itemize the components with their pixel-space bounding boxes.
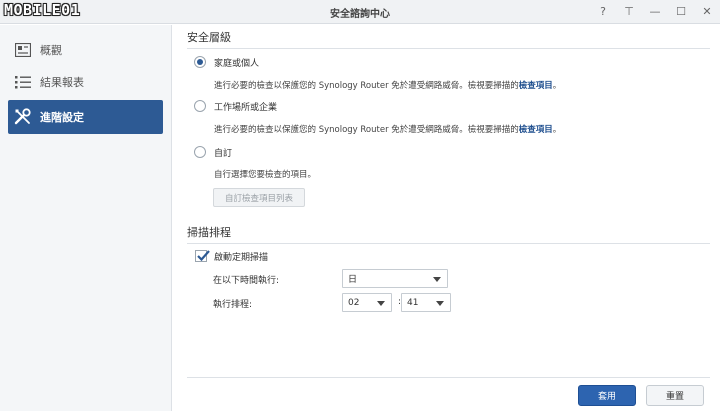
day-select-value: 日 [348, 275, 358, 285]
reset-button[interactable]: 重置 [646, 385, 704, 406]
title-bar: MOBILE01 安全諮詢中心 ? ⊤ — ☐ ✕ [0, 0, 720, 24]
section-title-security-level: 安全層級 [187, 29, 710, 49]
sidebar-item-label: 進階設定 [40, 111, 84, 124]
minimize-icon[interactable]: — [648, 4, 662, 18]
minute-select[interactable]: 41 [401, 293, 451, 312]
minute-select-value: 41 [407, 297, 419, 308]
tools-icon [14, 108, 32, 126]
maximize-icon[interactable]: ☐ [674, 4, 688, 18]
main-panel: 安全層級 家庭或個人 進行必要的檢查以保護您的 Synology Router … [187, 25, 710, 377]
window-controls: ? ⊤ — ☐ ✕ [596, 4, 714, 18]
sidebar-item-label: 概觀 [40, 44, 62, 57]
radio-business[interactable] [194, 100, 206, 112]
chevron-down-icon [377, 301, 385, 306]
radio-custom[interactable] [194, 146, 206, 158]
chevron-down-icon [433, 277, 441, 282]
apply-button[interactable]: 套用 [578, 385, 636, 406]
overview-icon [14, 41, 32, 59]
footer-divider [187, 377, 710, 378]
section-title-schedule: 掃描排程 [187, 224, 710, 244]
run-at-label: 在以下時間執行: [213, 276, 280, 286]
option-label-business: 工作場所或企業 [214, 103, 278, 113]
radio-home[interactable] [194, 56, 206, 68]
help-icon[interactable]: ? [596, 4, 610, 18]
enable-schedule-label: 啟動定期掃描 [214, 253, 269, 263]
day-select[interactable]: 日 [342, 269, 448, 288]
option-desc-business: 進行必要的檢查以保護您的 Synology Router 免於遭受網路威脅。檢視… [214, 123, 561, 135]
sidebar: 概觀 結果報表 進階設定 [0, 25, 172, 411]
hour-select[interactable]: 02 [342, 293, 392, 312]
check-items-link[interactable]: 檢查項目 [519, 81, 553, 91]
chevron-down-icon [436, 301, 444, 306]
option-label-home: 家庭或個人 [214, 59, 260, 69]
option-desc-home: 進行必要的檢查以保護您的 Synology Router 免於遭受網路威脅。檢視… [214, 79, 561, 91]
list-icon [14, 73, 32, 91]
desc-end: 。 [552, 81, 562, 91]
check-icon [197, 250, 210, 262]
custom-check-list-button[interactable]: 自訂檢查項目列表 [213, 188, 305, 207]
desc-end: 。 [552, 125, 562, 135]
option-desc-custom: 自行選擇您要檢查的項目。 [214, 170, 317, 180]
option-label-custom: 自訂 [214, 149, 233, 159]
sidebar-item-advanced[interactable]: 進階設定 [8, 100, 163, 134]
time-label: 執行排程: [213, 300, 253, 310]
desc-text: 進行必要的檢查以保護您的 Synology Router 免於遭受網路威脅。檢視… [214, 81, 519, 91]
pin-icon[interactable]: ⊤ [622, 4, 636, 18]
close-icon[interactable]: ✕ [700, 4, 714, 18]
hour-select-value: 02 [348, 297, 360, 308]
check-items-link[interactable]: 檢查項目 [519, 125, 553, 135]
desc-text: 進行必要的檢查以保護您的 Synology Router 免於遭受網路威脅。檢視… [214, 125, 519, 135]
sidebar-item-overview[interactable]: 概觀 [8, 33, 163, 67]
sidebar-item-label: 結果報表 [40, 76, 84, 89]
enable-schedule-checkbox[interactable] [195, 250, 210, 262]
sidebar-item-report[interactable]: 結果報表 [8, 65, 163, 99]
